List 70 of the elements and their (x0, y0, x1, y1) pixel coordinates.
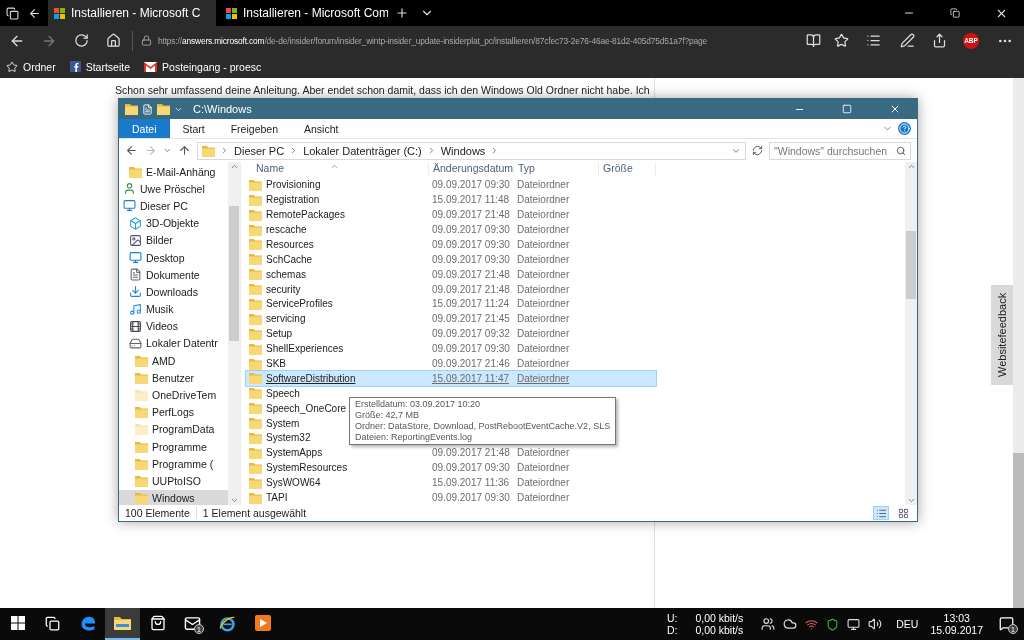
file-name: SKB (266, 358, 286, 370)
file-date: 09.09.2017 21:46 (431, 358, 511, 370)
file-name: Provisioning (266, 179, 321, 191)
file-type: Dateiordner (516, 298, 571, 310)
tooltip-line: Ordner: DataStore, Download, PostRebootEventCache.V2, SLS (355, 421, 611, 432)
file-type: Dateiordner (516, 179, 571, 191)
file-type: Dateiordner (516, 194, 571, 206)
file-date: 09.09.2017 21:48 (431, 209, 511, 221)
file-type: Dateiordner (516, 372, 571, 384)
network-label: D: (666, 624, 678, 636)
network-rate: 0,00 kbit/s (695, 624, 744, 636)
file-name: security (266, 283, 301, 295)
file-date: 09.09.2017 21:48 (431, 447, 511, 459)
file-name: Speech (266, 387, 300, 399)
file-date: 15.09.2017 11:48 (431, 194, 511, 206)
file-name: Resources (266, 238, 314, 250)
post-text: Schon sehr umfassend deine Anleitung. Aber endet schon damit, dass ich den Windows Old Ordner nicht habe. Ich (115, 84, 650, 96)
file-type: Dateiordner (516, 462, 571, 474)
file-type: Dateiordner (516, 238, 571, 250)
file-name: servicing (266, 313, 306, 325)
window-title: C:\Windows (193, 103, 252, 115)
file-date: 09.09.2017 09:30 (431, 179, 511, 191)
file-type: Dateiordner (516, 492, 571, 504)
file-date: 09.09.2017 09:30 (431, 253, 511, 265)
tooltip-line: Dateien: ReportingEvents.log (355, 432, 474, 443)
file-type: Dateiordner (516, 268, 571, 280)
file-type: Dateiordner (516, 343, 571, 355)
file-name: Speech_OneCore (266, 402, 347, 414)
file-date: 09.09.2017 21:48 (431, 283, 511, 295)
file-type: Dateiordner (516, 358, 571, 370)
file-name: TAPI (266, 492, 288, 504)
file-date: 15.09.2017 11:36 (431, 477, 511, 489)
file-type: Dateiordner (516, 253, 571, 265)
file-name: ServiceProfiles (266, 298, 333, 310)
file-name: System32 (266, 432, 311, 444)
file-date: 09.09.2017 21:45 (431, 313, 511, 325)
file-name: rescache (266, 224, 307, 235)
file-name: SystemResources (266, 462, 348, 474)
file-name: SoftwareDistribution (266, 372, 356, 384)
file-date: 09.09.2017 09:30 (431, 462, 511, 474)
file-name: RemotePackages (266, 209, 345, 221)
file-date: 09.09.2017 09:30 (431, 343, 511, 355)
tooltip-line: Erstelldatum: 03.09.2017 10:20 (355, 399, 482, 410)
file-date: 09.09.2017 09:30 (431, 492, 511, 504)
network-label: U: (666, 612, 678, 624)
file-name: ShellExperiences (266, 343, 344, 355)
file-name: schemas (266, 268, 306, 280)
file-name: SchCache (266, 253, 313, 265)
file-date: 09.09.2017 21:48 (431, 268, 511, 280)
file-name: Setup (266, 328, 293, 340)
file-name: SystemApps (266, 447, 323, 459)
tooltip-line: Größe: 42,7 MB (355, 410, 421, 421)
file-type: Dateiordner (516, 224, 571, 235)
file-date: 15.09.2017 11:47 (431, 372, 511, 384)
network-rate: 0,00 kbit/s (695, 612, 744, 624)
file-type: Dateiordner (516, 477, 571, 489)
file-type: Dateiordner (516, 209, 571, 221)
file-date: 09.09.2017 09:30 (431, 224, 511, 235)
file-name: Registration (266, 194, 320, 206)
file-type: Dateiordner (516, 313, 571, 325)
file-type: Dateiordner (516, 283, 571, 295)
file-date: 09.09.2017 09:30 (431, 238, 511, 250)
status-text: 100 Elemente (125, 507, 197, 519)
file-date: 09.09.2017 09:32 (431, 328, 511, 340)
file-type: Dateiordner (516, 447, 571, 459)
file-date: 15.09.2017 11:24 (431, 298, 511, 310)
file-type: Dateiordner (516, 328, 571, 340)
file-name: System (266, 417, 300, 429)
status-text: 1 Element ausgewählt (202, 507, 307, 519)
file-name: SysWOW64 (266, 477, 321, 489)
